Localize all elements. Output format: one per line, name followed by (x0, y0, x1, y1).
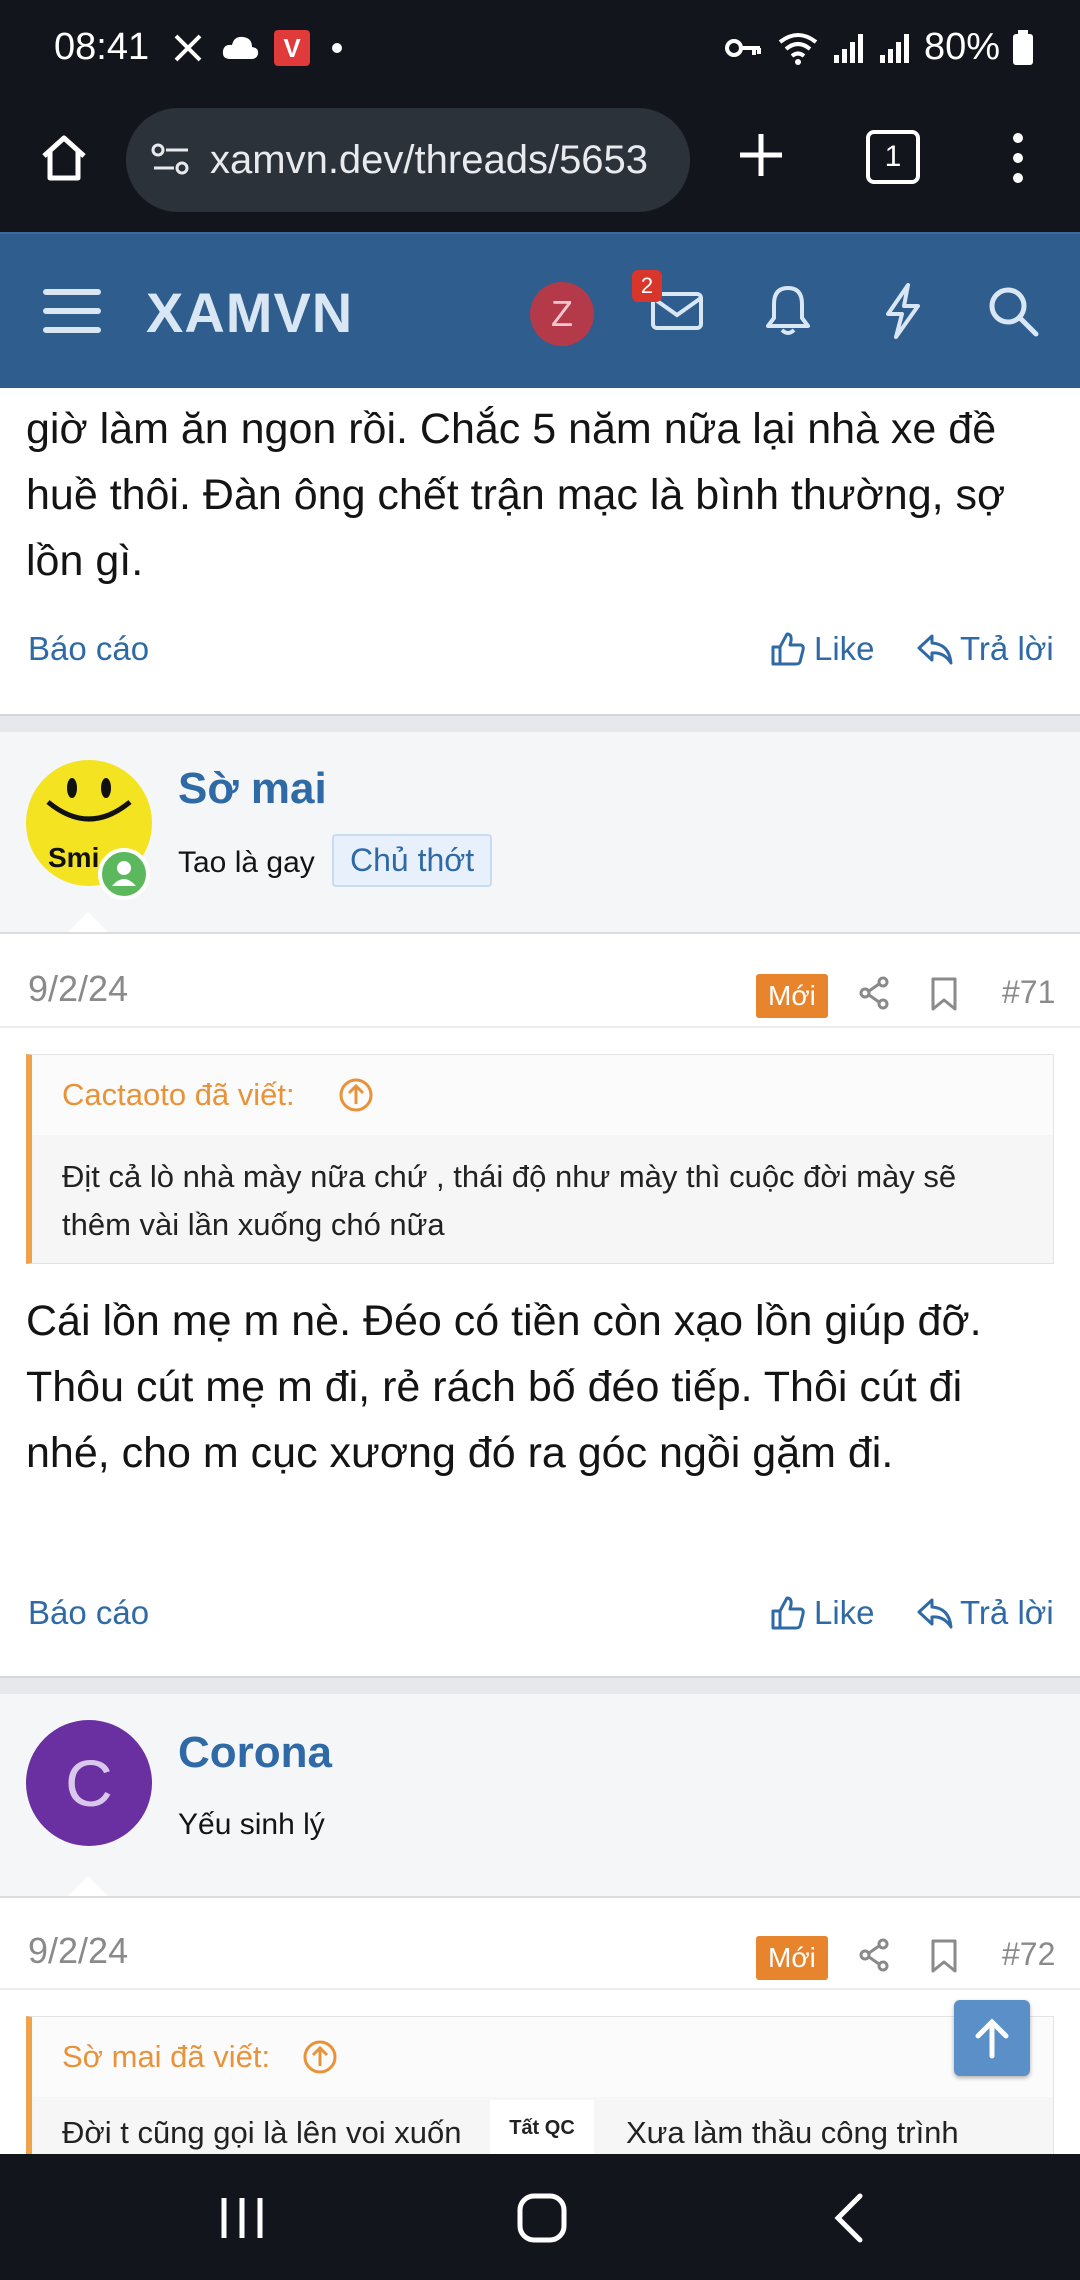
tab-count: 1 (884, 140, 902, 173)
report-link[interactable]: Báo cáo (28, 630, 149, 668)
reply-icon (917, 1598, 953, 1629)
post-previous: giờ làm ăn ngon rồi. Chắc 5 năm nữa lại … (0, 388, 1080, 714)
thumbs-up-icon (771, 1596, 805, 1630)
report-link[interactable]: Báo cáo (28, 1594, 149, 1632)
home-nav-icon[interactable] (516, 2192, 568, 2244)
user-avatar[interactable]: Z (530, 282, 594, 346)
quote-header[interactable]: Sờ mai đã viết: (32, 2017, 1053, 2097)
reply-label: Trả lời (960, 1594, 1054, 1631)
hamburger-menu-icon[interactable] (42, 286, 102, 336)
site-logo[interactable]: XAMVN (146, 280, 353, 345)
app-notification-icon: V (274, 30, 310, 66)
post-divider (0, 714, 1080, 732)
post-number[interactable]: #72 (1002, 1936, 1055, 1973)
post-72-userbar: C Corona Yếu sinh lý (0, 1694, 1080, 1896)
new-badge: Mới (756, 974, 828, 1018)
search-icon[interactable] (986, 284, 1040, 338)
bell-icon[interactable] (762, 282, 814, 338)
post-71-userbar: Smi Sờ mai Tao là gay Chủ thớt (0, 732, 1080, 932)
share-icon[interactable] (858, 976, 890, 1010)
arrow-up-icon (975, 2018, 1009, 2059)
recent-apps-icon[interactable] (218, 2194, 266, 2242)
avatar-letter: C (65, 1746, 113, 1820)
overflow-menu-icon[interactable] (1006, 130, 1030, 186)
ad-label[interactable]: Tất QC (490, 2100, 594, 2156)
status-bar: 08:41 V 80% (0, 0, 1080, 100)
quote-author: Cactaoto đã viết: (62, 1077, 295, 1112)
signal-icon-2 (879, 33, 909, 63)
post-71-meta: 9/2/24 Mới #71 (0, 934, 1080, 1028)
like-label: Like (814, 630, 875, 667)
like-button[interactable]: Like (770, 1594, 875, 1632)
post-body-text: giờ làm ăn ngon rồi. Chắc 5 năm nữa lại … (26, 405, 1006, 585)
avatar-text: Smi (48, 842, 100, 873)
bookmark-icon[interactable] (930, 1938, 958, 1974)
username[interactable]: Corona (178, 1728, 332, 1778)
status-icons-left: V (170, 30, 342, 66)
new-tab-icon[interactable] (736, 130, 786, 180)
status-icons-right: 80% (724, 26, 1034, 69)
quote-text-part-b: Xưa làm thầu công trình (626, 2115, 959, 2150)
tab-switcher-button[interactable]: 1 (866, 130, 920, 184)
key-icon (724, 38, 761, 57)
post-date[interactable]: 9/2/24 (28, 1930, 128, 1972)
like-button[interactable]: Like (770, 630, 875, 668)
reply-label: Trả lời (960, 630, 1054, 667)
battery-icon (1013, 29, 1033, 65)
arrow-up-circle-icon[interactable] (338, 1077, 374, 1113)
missed-call-icon (174, 34, 202, 62)
back-icon[interactable] (830, 2192, 866, 2244)
site-settings-icon[interactable] (150, 140, 192, 180)
status-time: 08:41 (54, 26, 150, 68)
userbar-pointer (66, 912, 110, 934)
userbar-pointer (66, 1876, 110, 1898)
browser-toolbar: xamvn.dev/threads/5653 1 (0, 100, 1080, 232)
post-body-text: Cái lồn mẹ m nè. Đéo có tiền còn xạo lồn… (26, 1297, 982, 1477)
post-71-quote: Cactaoto đã viết: Địt cả lò nhà mày nữa … (26, 1054, 1054, 1264)
online-status-icon (98, 848, 150, 900)
lightning-icon[interactable] (880, 282, 924, 340)
post-72-meta: 9/2/24 Mới #72 (0, 1898, 1080, 1990)
username[interactable]: Sờ mai (178, 764, 327, 814)
quote-text-part-a: Đời t cũng gọi là lên voi xuốn (62, 2115, 462, 2150)
post-divider (0, 1676, 1080, 1694)
reply-button[interactable]: Trả lời (916, 630, 1054, 668)
arrow-up-circle-icon[interactable] (302, 2039, 338, 2075)
user-title: Yếu sinh lý (178, 1808, 325, 1841)
user-title: Tao là gay (178, 846, 315, 879)
scroll-to-top-button[interactable] (954, 2000, 1030, 2076)
url-bar[interactable]: xamvn.dev/threads/5653 (126, 108, 690, 212)
home-icon[interactable] (36, 130, 92, 186)
quote-text: Địt cả lò nhà mày nữa chứ , thái độ như … (62, 1159, 957, 1242)
system-nav-bar (0, 2154, 1080, 2280)
mail-badge: 2 (632, 270, 662, 302)
user-initial: Z (551, 293, 573, 334)
battery-percent: 80% (923, 26, 1000, 68)
post-date[interactable]: 9/2/24 (28, 968, 128, 1010)
quote-header[interactable]: Cactaoto đã viết: (32, 1055, 1053, 1135)
avatar[interactable]: C (26, 1720, 152, 1846)
site-header: XAMVN Z 2 (0, 232, 1080, 390)
more-notifications-dot-icon (332, 43, 342, 53)
post-number[interactable]: #71 (1002, 974, 1055, 1011)
thread-starter-badge: Chủ thớt (332, 834, 493, 887)
reply-button[interactable]: Trả lời (916, 1594, 1054, 1632)
like-label: Like (814, 1594, 875, 1631)
new-badge: Mới (756, 1936, 828, 1980)
quote-author: Sờ mai đã viết: (62, 2039, 271, 2074)
thumbs-up-icon (771, 632, 805, 666)
quote-text: Đời t cũng gọi là lên voi xuốn Xưa làm t… (62, 2115, 959, 2151)
signal-icon (833, 33, 863, 63)
reply-icon (917, 634, 953, 665)
cloud-icon (222, 36, 259, 59)
bookmark-icon[interactable] (930, 976, 958, 1012)
share-icon[interactable] (858, 1938, 890, 1972)
url-text: xamvn.dev/threads/5653 (210, 138, 649, 182)
wifi-icon (778, 32, 818, 65)
